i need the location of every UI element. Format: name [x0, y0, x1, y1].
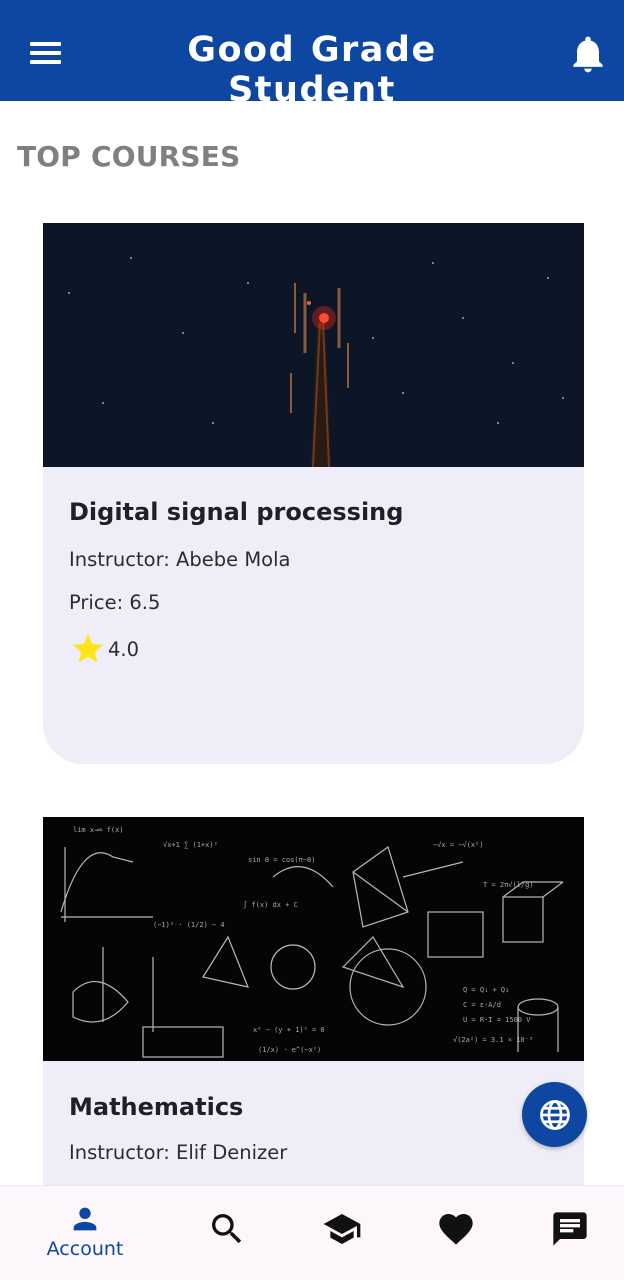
course-image: √x+1 ∑ (1+x)² sin θ = cos(π−θ) −√x = −√(…	[43, 817, 584, 1061]
svg-text:−√x = −√(x²): −√x = −√(x²)	[433, 841, 484, 849]
course-instructor: Instructor: Elif Denizer	[69, 1141, 288, 1164]
nav-courses[interactable]	[315, 1186, 369, 1280]
course-price: Price: 6.5	[69, 591, 161, 614]
search-icon	[212, 1214, 242, 1244]
svg-text:C = ε·A/d: C = ε·A/d	[463, 1001, 501, 1009]
svg-text:U = R·I = 1500 V: U = R·I = 1500 V	[463, 1016, 531, 1024]
course-rating: 4.0	[70, 631, 139, 667]
hamburger-menu-icon[interactable]	[22, 32, 70, 76]
graduation-cap-icon	[323, 1214, 361, 1244]
course-card[interactable]: Digital signal processing Instructor: Ab…	[43, 223, 584, 764]
bottom-navigation: Account	[0, 1185, 624, 1280]
course-instructor: Instructor: Abebe Mola	[69, 548, 291, 571]
svg-text:Q = Q₁ + Q₂: Q = Q₁ + Q₂	[463, 986, 509, 994]
bell-icon[interactable]	[566, 32, 610, 76]
language-button[interactable]	[522, 1082, 587, 1147]
chat-icon	[553, 1212, 587, 1246]
svg-text:√x+1 ∑ (1+x)²: √x+1 ∑ (1+x)²	[163, 841, 218, 849]
svg-text:(1/x) · e^(−x²): (1/x) · e^(−x²)	[258, 1046, 321, 1054]
svg-text:lim x→∞ f(x): lim x→∞ f(x)	[73, 826, 124, 834]
rating-value: 4.0	[108, 637, 140, 661]
nav-account-label: Account	[46, 1238, 124, 1260]
svg-text:sin θ = cos(π−θ): sin θ = cos(π−θ)	[248, 856, 315, 864]
nav-search[interactable]	[200, 1186, 254, 1280]
nav-messages[interactable]	[543, 1186, 597, 1280]
course-title: Digital signal processing	[69, 498, 404, 526]
person-icon	[73, 1207, 97, 1231]
svg-text:√(2a²) = 3.1 × 10⁻³: √(2a²) = 3.1 × 10⁻³	[453, 1036, 533, 1044]
nav-favorites[interactable]	[429, 1186, 483, 1280]
section-title: TOP COURSES	[17, 140, 241, 173]
svg-text:(−1)² · (1/2) − 4: (−1)² · (1/2) − 4	[153, 921, 225, 929]
course-title: Mathematics	[69, 1093, 244, 1121]
heart-icon	[439, 1214, 473, 1245]
svg-text:∫ f(x) dx + C: ∫ f(x) dx + C	[243, 900, 298, 909]
course-image	[43, 223, 584, 467]
svg-text:T = 2π√(l/g): T = 2π√(l/g)	[483, 881, 534, 889]
course-card[interactable]: √x+1 ∑ (1+x)² sin θ = cos(π−θ) −√x = −√(…	[43, 817, 584, 1217]
svg-text:x² − (y + 1)² = 0: x² − (y + 1)² = 0	[253, 1026, 325, 1034]
app-title: Good Grade Student	[187, 30, 437, 110]
app-bar: Good Grade Student	[0, 0, 624, 110]
nav-account[interactable]: Account	[30, 1186, 140, 1280]
globe-icon	[539, 1099, 570, 1130]
star-icon	[73, 634, 103, 663]
